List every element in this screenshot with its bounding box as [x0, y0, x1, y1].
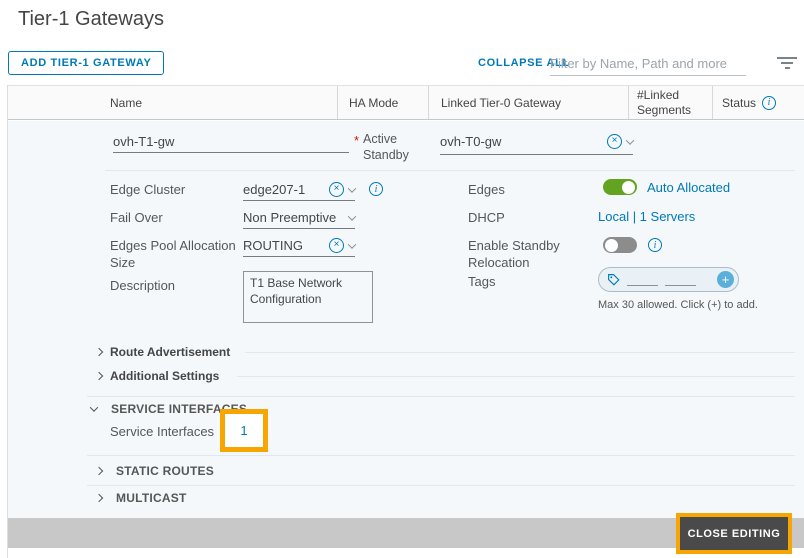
multicast-section[interactable]: MULTICAST — [94, 491, 187, 505]
edge-cluster-select[interactable]: edge207-1 — [243, 179, 357, 201]
chevron-down-icon — [89, 403, 99, 412]
chevron-right-icon — [94, 466, 104, 476]
row-divider — [105, 170, 795, 171]
section-divider — [237, 376, 795, 377]
chevron-down-icon[interactable] — [347, 211, 357, 221]
service-interfaces-count-link[interactable]: 1 — [240, 423, 247, 438]
tags-help-text: Max 30 allowed. Click (+) to add. — [598, 299, 758, 311]
additional-settings-section[interactable]: Additional Settings — [94, 369, 220, 383]
required-asterisk: * — [354, 133, 360, 148]
static-routes-section[interactable]: STATIC ROUTES — [94, 464, 215, 478]
edge-cluster-value: edge207-1 — [243, 182, 306, 197]
status-info-icon[interactable] — [762, 95, 777, 110]
table-left-border — [7, 85, 8, 558]
edges-label: Edges — [468, 182, 505, 197]
additional-settings-label: Additional Settings — [110, 369, 220, 383]
clear-icon[interactable] — [329, 182, 344, 197]
linked-tier0-select[interactable]: ovh-T0-gw — [440, 129, 635, 155]
gateway-edit-panel: * Active Standby ovh-T0-gw Edge Cluster … — [7, 121, 804, 518]
column-header-status: Status — [712, 86, 804, 119]
edge-cluster-label: Edge Cluster — [110, 182, 186, 197]
edge-cluster-info-icon[interactable] — [369, 182, 383, 196]
standby-relocation-label: Enable Standby Relocation — [468, 238, 560, 270]
chevron-down-icon[interactable] — [347, 239, 357, 249]
section-divider — [87, 485, 795, 486]
annotation-box-service-interfaces-count: 1 — [220, 409, 268, 452]
section-divider — [245, 352, 795, 353]
column-header-linked-tier0: Linked Tier-0 Gateway — [428, 86, 628, 119]
chevron-right-icon — [94, 347, 104, 357]
standby-relocation-info-icon[interactable] — [648, 238, 662, 252]
chevron-down-icon[interactable] — [347, 183, 357, 193]
clear-icon[interactable] — [329, 238, 344, 253]
add-tag-button[interactable] — [717, 271, 734, 288]
annotation-box-close-editing: CLOSE EDITING — [676, 513, 792, 554]
edges-pool-select[interactable]: ROUTING — [243, 235, 357, 257]
ha-mode-value: Active Standby — [363, 132, 409, 163]
edges-pool-value: ROUTING — [243, 238, 303, 253]
chevron-down-icon[interactable] — [625, 135, 635, 145]
column-header-linked-segments: #Linked Segments — [628, 86, 712, 119]
static-routes-header: STATIC ROUTES — [116, 464, 215, 478]
tag-scope-field[interactable] — [627, 273, 658, 286]
add-tier1-gateway-button[interactable]: ADD TIER-1 GATEWAY — [8, 51, 165, 75]
tier1-gateways-page: Tier-1 Gateways ADD TIER-1 GATEWAY COLLA… — [0, 0, 804, 558]
description-label: Description — [110, 278, 176, 293]
filter-input[interactable] — [550, 52, 746, 76]
fail-over-select[interactable]: Non Preemptive — [243, 207, 357, 229]
tag-icon — [607, 273, 620, 286]
close-editing-button[interactable]: CLOSE EDITING — [680, 517, 788, 550]
multicast-header: MULTICAST — [116, 491, 187, 505]
auto-allocated-link[interactable]: Auto Allocated — [647, 180, 730, 195]
dhcp-label: DHCP — [468, 210, 505, 225]
table-header: Name HA Mode Linked Tier-0 Gateway #Link… — [7, 85, 804, 120]
linked-tier0-value: ovh-T0-gw — [440, 134, 502, 149]
tag-value-field[interactable] — [665, 273, 696, 286]
page-title: Tier-1 Gateways — [18, 8, 164, 30]
fail-over-label: Fail Over — [110, 210, 163, 225]
gateway-name-input[interactable] — [113, 131, 349, 153]
route-advertisement-section[interactable]: Route Advertisement — [94, 345, 231, 359]
toggle-knob — [605, 238, 618, 252]
section-divider — [87, 455, 795, 456]
route-advertisement-label: Route Advertisement — [110, 345, 231, 359]
tags-input[interactable] — [598, 267, 739, 292]
filter-icon[interactable] — [776, 57, 798, 72]
clear-icon[interactable] — [607, 134, 622, 149]
section-divider — [87, 396, 795, 397]
standby-relocation-toggle[interactable] — [603, 237, 637, 253]
dhcp-servers-link[interactable]: Local | 1 Servers — [598, 209, 695, 224]
edges-toggle[interactable] — [603, 179, 637, 195]
tags-label: Tags — [468, 274, 496, 289]
column-header-name: Name — [110, 95, 143, 110]
description-textarea[interactable]: T1 Base Network Configuration — [243, 271, 373, 323]
service-interfaces-label: Service Interfaces — [110, 424, 215, 439]
column-header-ha-mode: HA Mode — [337, 86, 428, 119]
chevron-right-icon — [94, 371, 104, 381]
chevron-right-icon — [94, 493, 104, 503]
toggle-knob — [622, 180, 635, 194]
fail-over-value: Non Preemptive — [243, 210, 337, 225]
edges-pool-label: Edges Pool Allocation Size — [110, 238, 236, 270]
